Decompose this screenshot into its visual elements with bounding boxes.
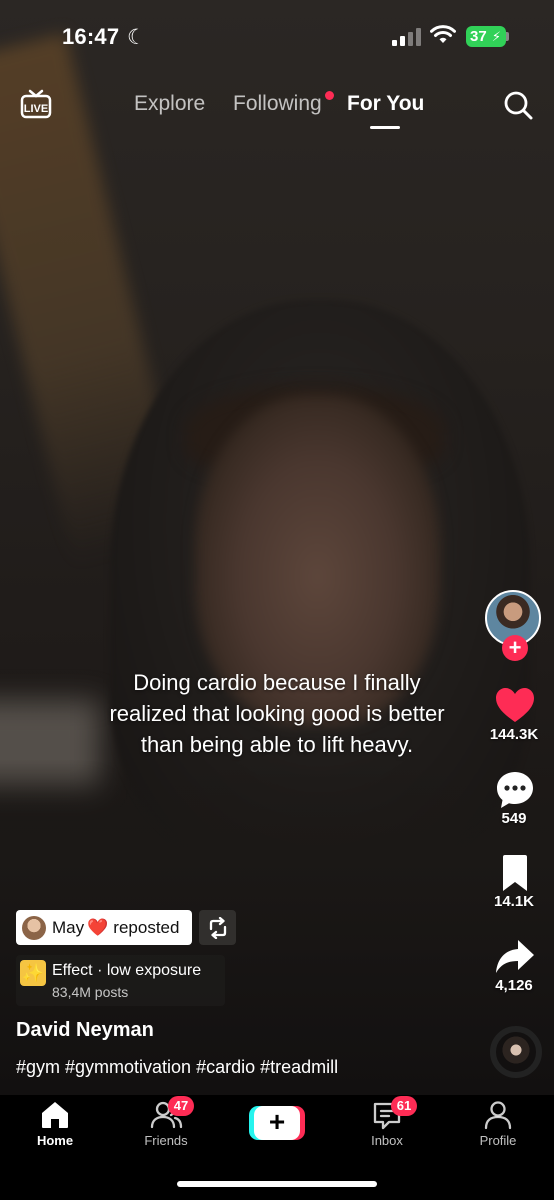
inbox-badge: 61 bbox=[391, 1096, 417, 1116]
svg-text:LIVE: LIVE bbox=[24, 103, 48, 115]
plus-icon: + bbox=[254, 1106, 300, 1140]
video-caption: Doing cardio because I finally realized … bbox=[109, 670, 445, 757]
live-icon[interactable]: LIVE bbox=[20, 88, 52, 120]
status-time: 16:47 bbox=[62, 24, 120, 49]
nav-profile[interactable]: Profile bbox=[453, 1100, 543, 1148]
effect-sparkle-icon: ✨ bbox=[20, 960, 46, 986]
comment-count: 549 bbox=[501, 810, 527, 827]
repost-button[interactable] bbox=[199, 910, 236, 945]
home-indicator bbox=[177, 1181, 377, 1187]
reposter-avatar bbox=[22, 915, 46, 940]
save-count: 14.1K bbox=[493, 893, 535, 910]
effect-pill[interactable]: ✨ Effect · low exposure 83,4M posts bbox=[16, 955, 225, 1006]
effect-post-count: 83,4M posts bbox=[52, 984, 129, 1000]
nav-home-label: Home bbox=[36, 1133, 74, 1148]
repost-icon bbox=[209, 916, 226, 939]
battery-indicator: 37 ⚡ bbox=[466, 26, 506, 47]
nav-inbox-label: Inbox bbox=[371, 1133, 403, 1148]
share-count: 4,126 bbox=[495, 977, 533, 994]
nav-friends[interactable]: Friends bbox=[121, 1100, 211, 1148]
tab-for-you[interactable]: For You bbox=[347, 92, 424, 116]
battery-level: 37 bbox=[470, 28, 487, 45]
search-icon[interactable] bbox=[502, 89, 534, 121]
nav-home[interactable]: Home bbox=[10, 1100, 100, 1148]
follow-button[interactable]: + bbox=[502, 635, 528, 661]
nav-inbox[interactable]: Inbox bbox=[342, 1100, 432, 1148]
create-button[interactable]: + bbox=[249, 1106, 305, 1140]
profile-icon bbox=[484, 1101, 512, 1130]
moon-icon: ☾ bbox=[127, 26, 146, 49]
battery-cap bbox=[506, 32, 509, 41]
author-name[interactable]: David Neyman bbox=[16, 1019, 154, 1042]
reposted-label: reposted bbox=[113, 917, 180, 937]
tab-following[interactable]: Following bbox=[233, 92, 322, 116]
tab-explore[interactable]: Explore bbox=[134, 92, 205, 116]
repost-pill[interactable]: May ❤️ reposted bbox=[16, 910, 192, 945]
share-icon[interactable] bbox=[494, 936, 536, 978]
comment-icon[interactable] bbox=[494, 769, 536, 811]
charging-bolt-icon: ⚡ bbox=[491, 29, 501, 44]
bookmark-icon[interactable] bbox=[494, 853, 536, 895]
reposter-name: May bbox=[52, 917, 85, 937]
home-icon bbox=[42, 1102, 68, 1128]
cellular-signal-icon bbox=[392, 28, 421, 46]
sound-disc[interactable] bbox=[490, 1026, 542, 1078]
nav-friends-label: Friends bbox=[144, 1133, 188, 1148]
nav-profile-label: Profile bbox=[479, 1133, 517, 1148]
wifi-icon bbox=[430, 25, 456, 43]
heart-icon[interactable] bbox=[494, 685, 536, 727]
heart-emoji: ❤️ bbox=[87, 917, 109, 937]
like-count: 144.3K bbox=[489, 726, 539, 743]
effect-title: Effect · low exposure bbox=[52, 962, 202, 979]
active-tab-underline bbox=[370, 126, 400, 129]
following-notification-dot bbox=[325, 91, 334, 100]
hashtags[interactable]: #gym #gymmotivation #cardio #treadmill bbox=[16, 1057, 338, 1078]
friends-badge: 47 bbox=[168, 1096, 194, 1116]
